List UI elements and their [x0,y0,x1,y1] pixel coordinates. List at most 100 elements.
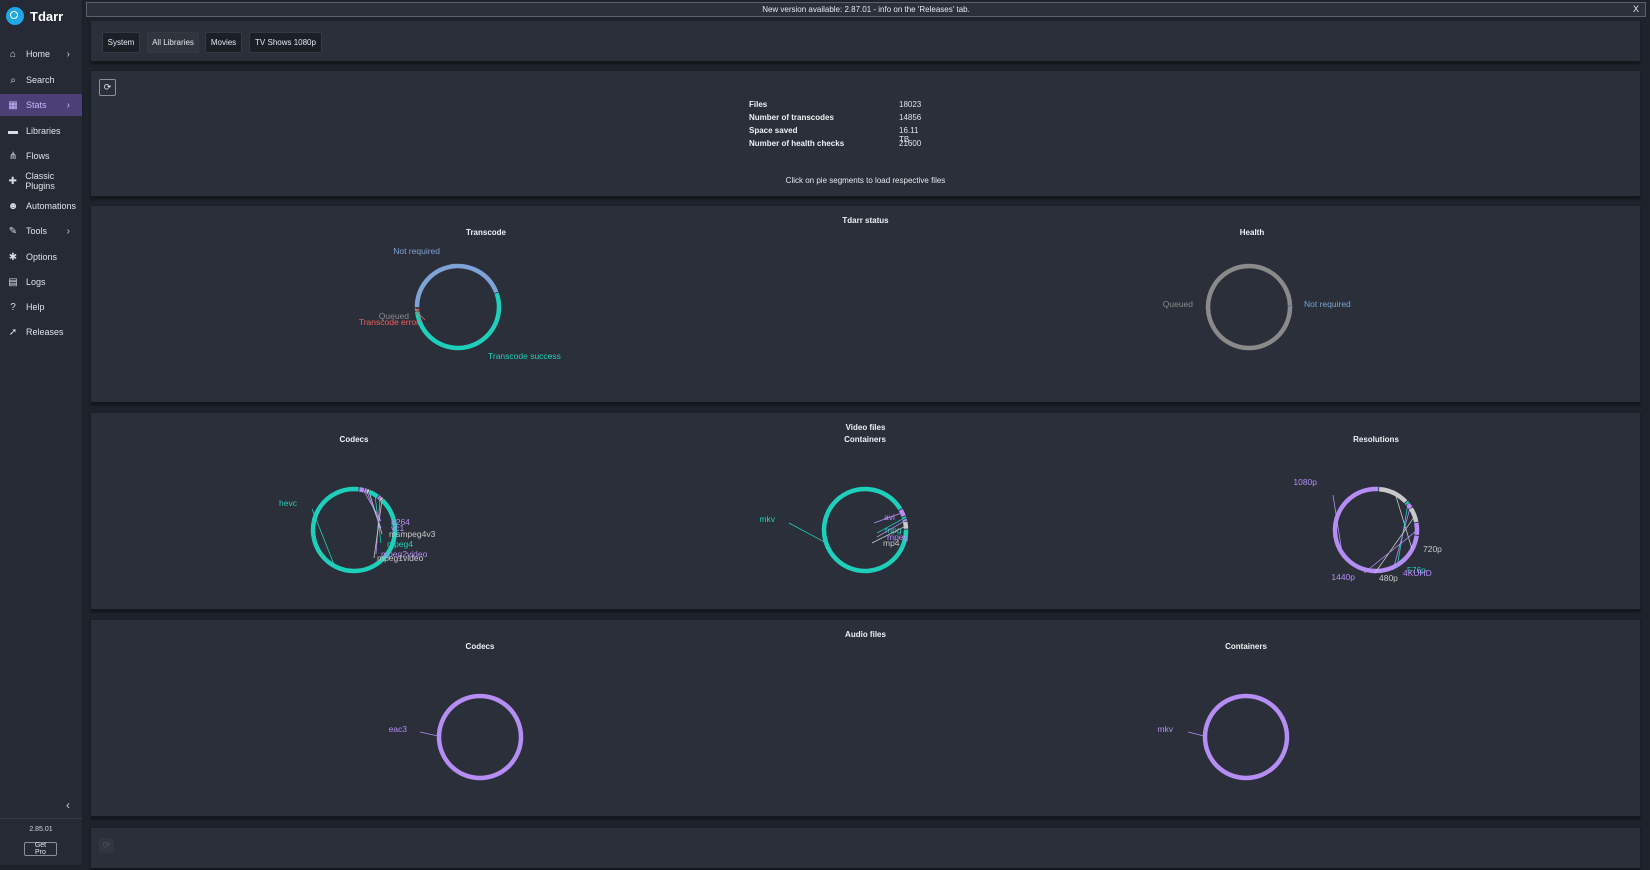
pie-label: mkv [759,514,775,524]
chart-icon: ▦ [8,100,18,110]
pie-label: mpeg1video [377,553,424,563]
app-version: 2.85.01 [0,826,82,833]
pie-label-leader [420,732,437,736]
pie-label: Not required [393,246,440,256]
pie-label-leader [789,523,824,542]
refresh-button-disabled[interactable]: ⟳ [99,838,114,853]
sidebar-item-tools[interactable]: ✎ Tools › [0,220,82,242]
pie-segment-not-required[interactable] [417,266,496,307]
pie-label: mkv [1157,724,1173,734]
pie-label: 480p [1379,573,1398,583]
pie-label: hevc [279,498,298,508]
search-icon: ⌕ [8,75,18,85]
pie-segment-mpeg1video[interactable] [380,499,381,500]
pie-segment-mkv[interactable] [1205,696,1287,778]
audio-containers-pie-chart[interactable]: mkv [1157,696,1287,778]
sidebar-item-libraries[interactable]: ▬Libraries [0,120,82,142]
app-name: Tdarr [30,9,63,24]
library-tabs-panel: System All Libraries Movies TV Shows 108… [91,21,1640,63]
health-pie-chart[interactable]: Queued Not required [1163,266,1351,348]
pie-label: 1440p [1331,572,1355,582]
flow-icon: ⋔ [8,151,18,161]
sidebar-item-label: Logs [26,277,46,287]
banner-close-button[interactable]: X [1633,3,1639,16]
help-icon: ? [8,302,18,312]
pie-segment-576p[interactable] [1406,502,1407,503]
brand[interactable]: Tdarr [6,7,63,25]
pie-segment-1440p[interactable] [1416,523,1417,535]
sidebar-item-stats[interactable]: ▦Stats› [0,94,82,116]
chevron-right-icon: › [67,100,70,111]
puzzle-icon: ✚ [8,176,17,186]
pie-segment-msmpeg4v3[interactable] [367,491,369,492]
sidebar-item-home[interactable]: ⌂Home› [0,43,82,65]
refresh-icon: ⟳ [104,82,112,93]
pie-segment-transcode-success[interactable] [417,293,499,348]
update-banner-text: New version available: 2.87.01 - info on… [762,5,970,14]
pie-label: 4KUHD [1403,568,1432,578]
tdarr-status-panel: Tdarr status Transcode Health Not requir… [91,206,1640,404]
pie-label: mpeg4 [387,539,413,549]
sidebar: Tdarr ⌂Home›⌕Search▦Stats›▬Libraries⋔Flo… [0,0,83,865]
collapse-sidebar-chevron-icon[interactable]: ‹ [61,798,75,812]
sidebar-item-logs[interactable]: ▤ Logs [0,271,82,293]
pie-label: 720p [1423,544,1442,554]
pie-segment-eac3[interactable] [439,696,521,778]
file-icon: ▤ [8,277,18,287]
audio-files-panel: Audio files Codecs Containers eac3 mkv [91,620,1640,818]
chevron-right-icon: › [67,49,70,60]
video-files-charts: hevch264vc1msmpeg4v3mpeg4mpeg2videompeg1… [91,413,1640,609]
get-pro-button[interactable]: Get Pro [24,842,57,856]
pie-label: eac3 [389,724,408,734]
tab-system[interactable]: System [102,32,140,53]
sidebar-divider [0,818,82,819]
pie-label: Transcode success [488,351,561,361]
pie-label: msmpeg4v3 [389,529,436,539]
transcode-pie-chart[interactable]: Not requiredTranscode successTranscode e… [359,246,561,361]
update-banner: New version available: 2.87.01 - info on… [86,2,1646,17]
refresh-icon: ⟳ [103,840,111,851]
sidebar-item-automations[interactable]: ☻ Automations [0,195,82,217]
pie-label: 1080p [1293,477,1317,487]
pie-segment-queued[interactable] [1208,266,1290,348]
gear-icon: ✱ [8,252,18,262]
video-codecs-pie-chart[interactable]: hevch264vc1msmpeg4v3mpeg4mpeg2videompeg1… [279,488,436,571]
pie-label: Queued [1163,299,1194,309]
sidebar-item-label: Tools [26,226,47,236]
sidebar-item-releases[interactable]: ➚ Releases [0,321,82,343]
tab-all-libraries[interactable]: All Libraries [147,32,199,53]
sidebar-item-label: Automations [26,201,76,211]
bottom-panel: ⟳ [91,828,1640,870]
wrench-icon: ✎ [8,226,18,236]
tab-tv-shows-1080p[interactable]: TV Shows 1080p [249,32,322,53]
rocket-icon: ➚ [8,327,18,337]
pie-segment-720p[interactable] [1379,489,1406,502]
refresh-button[interactable]: ⟳ [99,79,116,96]
sidebar-item-flows[interactable]: ⋔Flows [0,145,82,167]
pie-label: Queued [379,311,410,321]
resolutions-pie-chart[interactable]: 1080p720p576p4KUHD480p1440p [1293,477,1442,583]
sidebar-item-search[interactable]: ⌕ Search [0,69,82,91]
pie-label: mp4 [883,538,900,548]
sidebar-item-label: Search [26,75,55,85]
sidebar-item-classic-plugins[interactable]: ✚Classic Plugins [0,170,82,192]
chevron-right-icon: › [67,226,70,237]
audio-codecs-pie-chart[interactable]: eac3 [389,696,521,778]
sidebar-item-options[interactable]: ✱ Options [0,246,82,268]
video-containers-pie-chart[interactable]: mkvavimpgmpegmp4 [759,489,908,571]
sidebar-item-label: Releases [26,327,64,337]
tab-movies[interactable]: Movies [205,32,242,53]
robot-icon: ☻ [8,201,18,211]
sidebar-item-label: Libraries [26,126,61,136]
sidebar-item-label: Options [26,252,57,262]
sidebar-item-label: Home [26,49,50,59]
pie-segment-mpeg2video[interactable] [378,497,379,498]
pie-label-leader [1188,732,1203,736]
sidebar-item-help[interactable]: ?Help [0,296,82,318]
audio-files-charts: eac3 mkv [91,620,1640,816]
pie-label: Not required [1304,299,1351,309]
tdarr-logo-icon [6,7,24,25]
pie-click-hint: Click on pie segments to load respective… [91,176,1640,185]
pie-segment-mp4[interactable] [905,522,906,529]
tdarr-status-charts: Not requiredTranscode successTranscode e… [91,206,1640,402]
